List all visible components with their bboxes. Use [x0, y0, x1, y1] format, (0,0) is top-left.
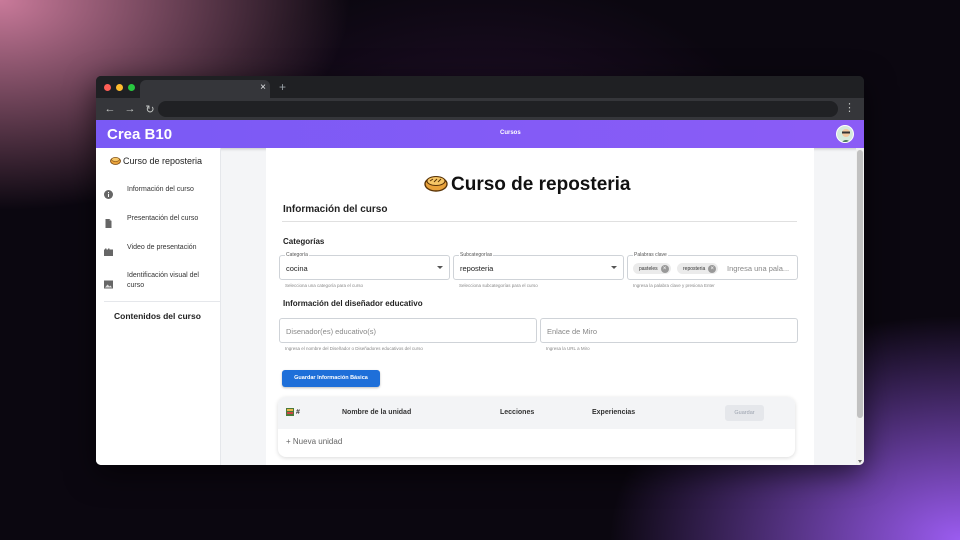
close-window-button[interactable]: [104, 84, 111, 91]
units-table: # Nombre de la unidad Lecciones Experien…: [278, 397, 795, 457]
subcategorias-value: reposteria: [460, 264, 494, 273]
chip-label: pasteles: [639, 265, 658, 272]
window-controls: [104, 84, 135, 91]
browser-tab[interactable]: ×: [140, 80, 270, 98]
pie-icon: [424, 172, 448, 198]
column-header-nombre: Nombre de la unidad: [342, 409, 412, 416]
section-divider: [282, 221, 797, 222]
categories-heading: Categorías: [283, 237, 325, 246]
miro-helper: Ingresa la URL a Miro: [546, 346, 590, 351]
palabras-helper: Ingresa la palabra clave y presiona Ente…: [633, 283, 715, 288]
save-basic-info-button[interactable]: Guardar Información Básica: [282, 370, 380, 387]
maximize-window-button[interactable]: [128, 84, 135, 91]
main-content: Curso de reposteria Información del curs…: [266, 148, 814, 465]
nav-link-cursos[interactable]: Cursos: [500, 130, 521, 136]
pie-icon: [110, 155, 121, 167]
table-header: # Nombre de la unidad Lecciones Experien…: [278, 397, 795, 429]
movie-icon: [104, 244, 113, 256]
brand-logo[interactable]: Crea B10: [107, 126, 172, 143]
sidebar-item-label: Identificación visual del curso: [127, 272, 199, 289]
avatar[interactable]: [836, 125, 854, 143]
sidebar: Curso de reposteria Información del curs…: [96, 148, 221, 465]
designer-heading: Información del diseñador educativo: [283, 299, 423, 308]
column-header-experiencias: Experiencias: [592, 409, 636, 416]
chevron-down-icon: [437, 266, 443, 269]
subcategorias-select[interactable]: Subcategorías reposteria: [453, 252, 624, 280]
column-header-number: #: [296, 409, 300, 416]
scroll-down-icon[interactable]: [858, 460, 862, 463]
sidebar-item-informacion[interactable]: Información del curso: [96, 185, 221, 199]
page-title-text: Curso de reposteria: [451, 174, 631, 195]
sidebar-item-label: Información del curso: [127, 186, 194, 193]
book-icon: [286, 408, 294, 418]
section-title-informacion: Información del curso: [283, 204, 388, 215]
page-viewport: Crea B10 Cursos Curso de reposteria Info…: [96, 120, 864, 465]
image-icon: [104, 276, 113, 289]
keyword-chip[interactable]: pasteles ×: [633, 263, 671, 274]
palabras-placeholder: Ingresa una pala...: [727, 264, 790, 273]
subcategorias-label: Subcategorías: [459, 252, 494, 258]
chevron-down-icon: [611, 266, 617, 269]
address-bar[interactable]: [158, 101, 838, 117]
scrollbar-thumb[interactable]: [857, 150, 863, 418]
sidebar-item-presentacion[interactable]: Presentación del curso: [96, 214, 221, 228]
table-save-button[interactable]: Guardar: [725, 405, 764, 421]
sidebar-title-label: Curso de reposteria: [123, 156, 203, 166]
page-scrollbar[interactable]: [856, 148, 864, 465]
categoria-select[interactable]: Categoría cocina: [279, 252, 450, 280]
browser-toolbar: ← → ↻ ⋮: [96, 98, 864, 120]
new-tab-button[interactable]: +: [279, 80, 286, 94]
sidebar-item-label: Video de presentación: [127, 244, 197, 251]
disenador-helper: Ingresa el nombre del Diseñador o Diseña…: [285, 346, 423, 351]
miro-input[interactable]: Enlace de Miro: [540, 318, 798, 343]
keyword-chip[interactable]: reposteria ×: [677, 263, 719, 274]
disenador-input[interactable]: Disenador(es) educativo(s): [279, 318, 537, 343]
minimize-window-button[interactable]: [116, 84, 123, 91]
sidebar-item-label: Presentación del curso: [127, 215, 199, 222]
back-icon[interactable]: ←: [100, 103, 120, 116]
sidebar-section-contenidos[interactable]: Contenidos del curso: [114, 311, 201, 321]
sidebar-item-identificacion[interactable]: Identificación visual del curso: [96, 271, 221, 291]
tab-close-icon[interactable]: ×: [260, 82, 266, 93]
column-header-lecciones: Lecciones: [500, 409, 535, 416]
sidebar-item-video[interactable]: Video de presentación: [96, 243, 221, 256]
sidebar-course-title[interactable]: Curso de reposteria: [110, 155, 220, 167]
subcategorias-helper: Selecciona subcategorías para el curso: [459, 283, 538, 288]
categoria-label: Categoría: [285, 252, 309, 258]
reload-icon[interactable]: ↻: [140, 103, 160, 116]
add-unit-button[interactable]: + Nueva unidad: [286, 437, 342, 446]
categoria-value: cocina: [286, 264, 308, 273]
sidebar-divider: [104, 301, 221, 302]
tab-bar: × +: [96, 76, 864, 98]
browser-window: × + ← → ↻ ⋮ Crea B10 Cursos Curso de rep…: [96, 76, 864, 465]
categoria-helper: Selecciona una categoría para el curso: [285, 283, 364, 288]
page-title: Curso de reposteria: [424, 172, 631, 198]
chip-remove-icon[interactable]: ×: [660, 264, 669, 273]
forward-icon[interactable]: →: [120, 103, 140, 116]
chip-remove-icon[interactable]: ×: [708, 264, 717, 273]
disenador-placeholder: Disenador(es) educativo(s): [286, 327, 377, 336]
browser-menu-icon[interactable]: ⋮: [844, 101, 855, 114]
miro-placeholder: Enlace de Miro: [547, 327, 598, 336]
info-icon: [104, 186, 113, 199]
palabras-label: Palabras clave: [633, 252, 668, 258]
document-icon: [104, 215, 113, 228]
palabras-clave-field[interactable]: Palabras clave pasteles × reposteria × I…: [627, 252, 798, 280]
chip-label: reposteria: [683, 265, 706, 272]
app-bar: Crea B10 Cursos: [96, 120, 864, 148]
